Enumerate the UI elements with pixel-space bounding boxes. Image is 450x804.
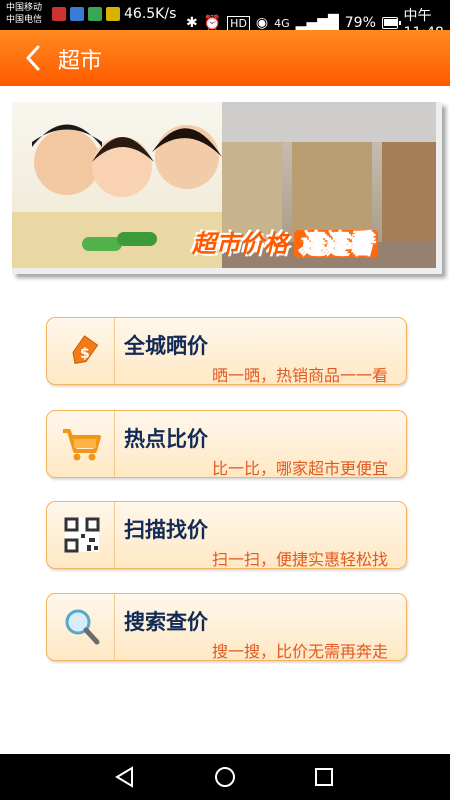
battery-level: 79%	[344, 15, 376, 31]
page-title: 超市	[58, 49, 103, 74]
item-subtitle: 晒一晒，热销商品一一看	[211, 366, 388, 385]
menu-item-hot-compare[interactable]: 热点比价 比一比，哪家超市更便宜	[46, 410, 407, 478]
item-divider	[114, 318, 115, 384]
back-button[interactable]	[22, 42, 52, 74]
status-bar: 中国移动 中国电信 46.5K/s ✱ ⏰ HD ◉ 4G ▂▄▆█ 79% 中…	[0, 0, 450, 41]
back-nav-icon[interactable]	[115, 766, 133, 788]
notification-icons	[52, 7, 120, 21]
eye-icon: ◉	[255, 15, 269, 31]
signal-bars-icon: ▂▄▆█	[295, 15, 339, 31]
bluetooth-icon: ✱	[186, 15, 198, 31]
svg-text:$: $	[80, 346, 90, 362]
menu-item-search-price[interactable]: 搜索查价 搜一搜，比价无需再奔走	[46, 593, 407, 661]
carrier-info: 中国移动 中国电信	[6, 2, 42, 26]
item-title: 扫描找价	[124, 518, 208, 542]
menu-item-scan-price[interactable]: 扫描找价 扫一扫，便捷实惠轻松找	[46, 501, 407, 569]
net-speed: 46.5K/s	[124, 6, 177, 22]
carrier-2: 中国电信	[6, 15, 43, 25]
banner-slogan-accent: 连连看	[294, 230, 378, 258]
item-divider	[114, 411, 115, 477]
navigation-bar	[0, 754, 450, 800]
item-divider	[114, 594, 115, 660]
app-header: 超市	[0, 30, 450, 86]
item-subtitle: 比一比，哪家超市更便宜	[211, 459, 388, 478]
qr-code-icon	[57, 510, 107, 560]
signal-icon: 4G	[274, 16, 290, 30]
item-title: 全城晒价	[124, 334, 208, 358]
app-icon-2	[106, 7, 120, 21]
item-title: 热点比价	[124, 427, 208, 451]
shopping-cart-icon	[57, 419, 107, 469]
banner-slogan-main: 超市价格	[192, 230, 288, 258]
battery-icon	[381, 17, 401, 29]
item-subtitle: 扫一扫，便捷实惠轻松找	[211, 550, 388, 569]
item-title: 搜索查价	[124, 610, 208, 634]
hd-icon: HD	[227, 15, 250, 31]
heart-icon	[52, 7, 66, 21]
search-icon	[57, 602, 107, 652]
nav-icons	[115, 766, 333, 788]
carrier-1: 中国移动	[6, 3, 43, 13]
alarm-icon: ⏰	[203, 15, 222, 31]
item-divider	[114, 502, 115, 568]
banner-slogan: 超市价格 连连看	[192, 224, 378, 259]
telegram-icon	[70, 7, 84, 21]
promo-banner[interactable]: 超市价格 连连看	[12, 102, 442, 274]
recents-nav-icon[interactable]	[315, 768, 333, 786]
menu-item-city-prices[interactable]: $ 全城晒价 晒一晒，热销商品一一看	[46, 317, 407, 385]
chevron-left-icon	[26, 45, 40, 71]
item-subtitle: 搜一搜，比价无需再奔走	[211, 642, 388, 661]
home-nav-icon[interactable]	[215, 767, 235, 787]
app-icon	[88, 7, 102, 21]
price-tag-icon: $	[57, 326, 107, 376]
